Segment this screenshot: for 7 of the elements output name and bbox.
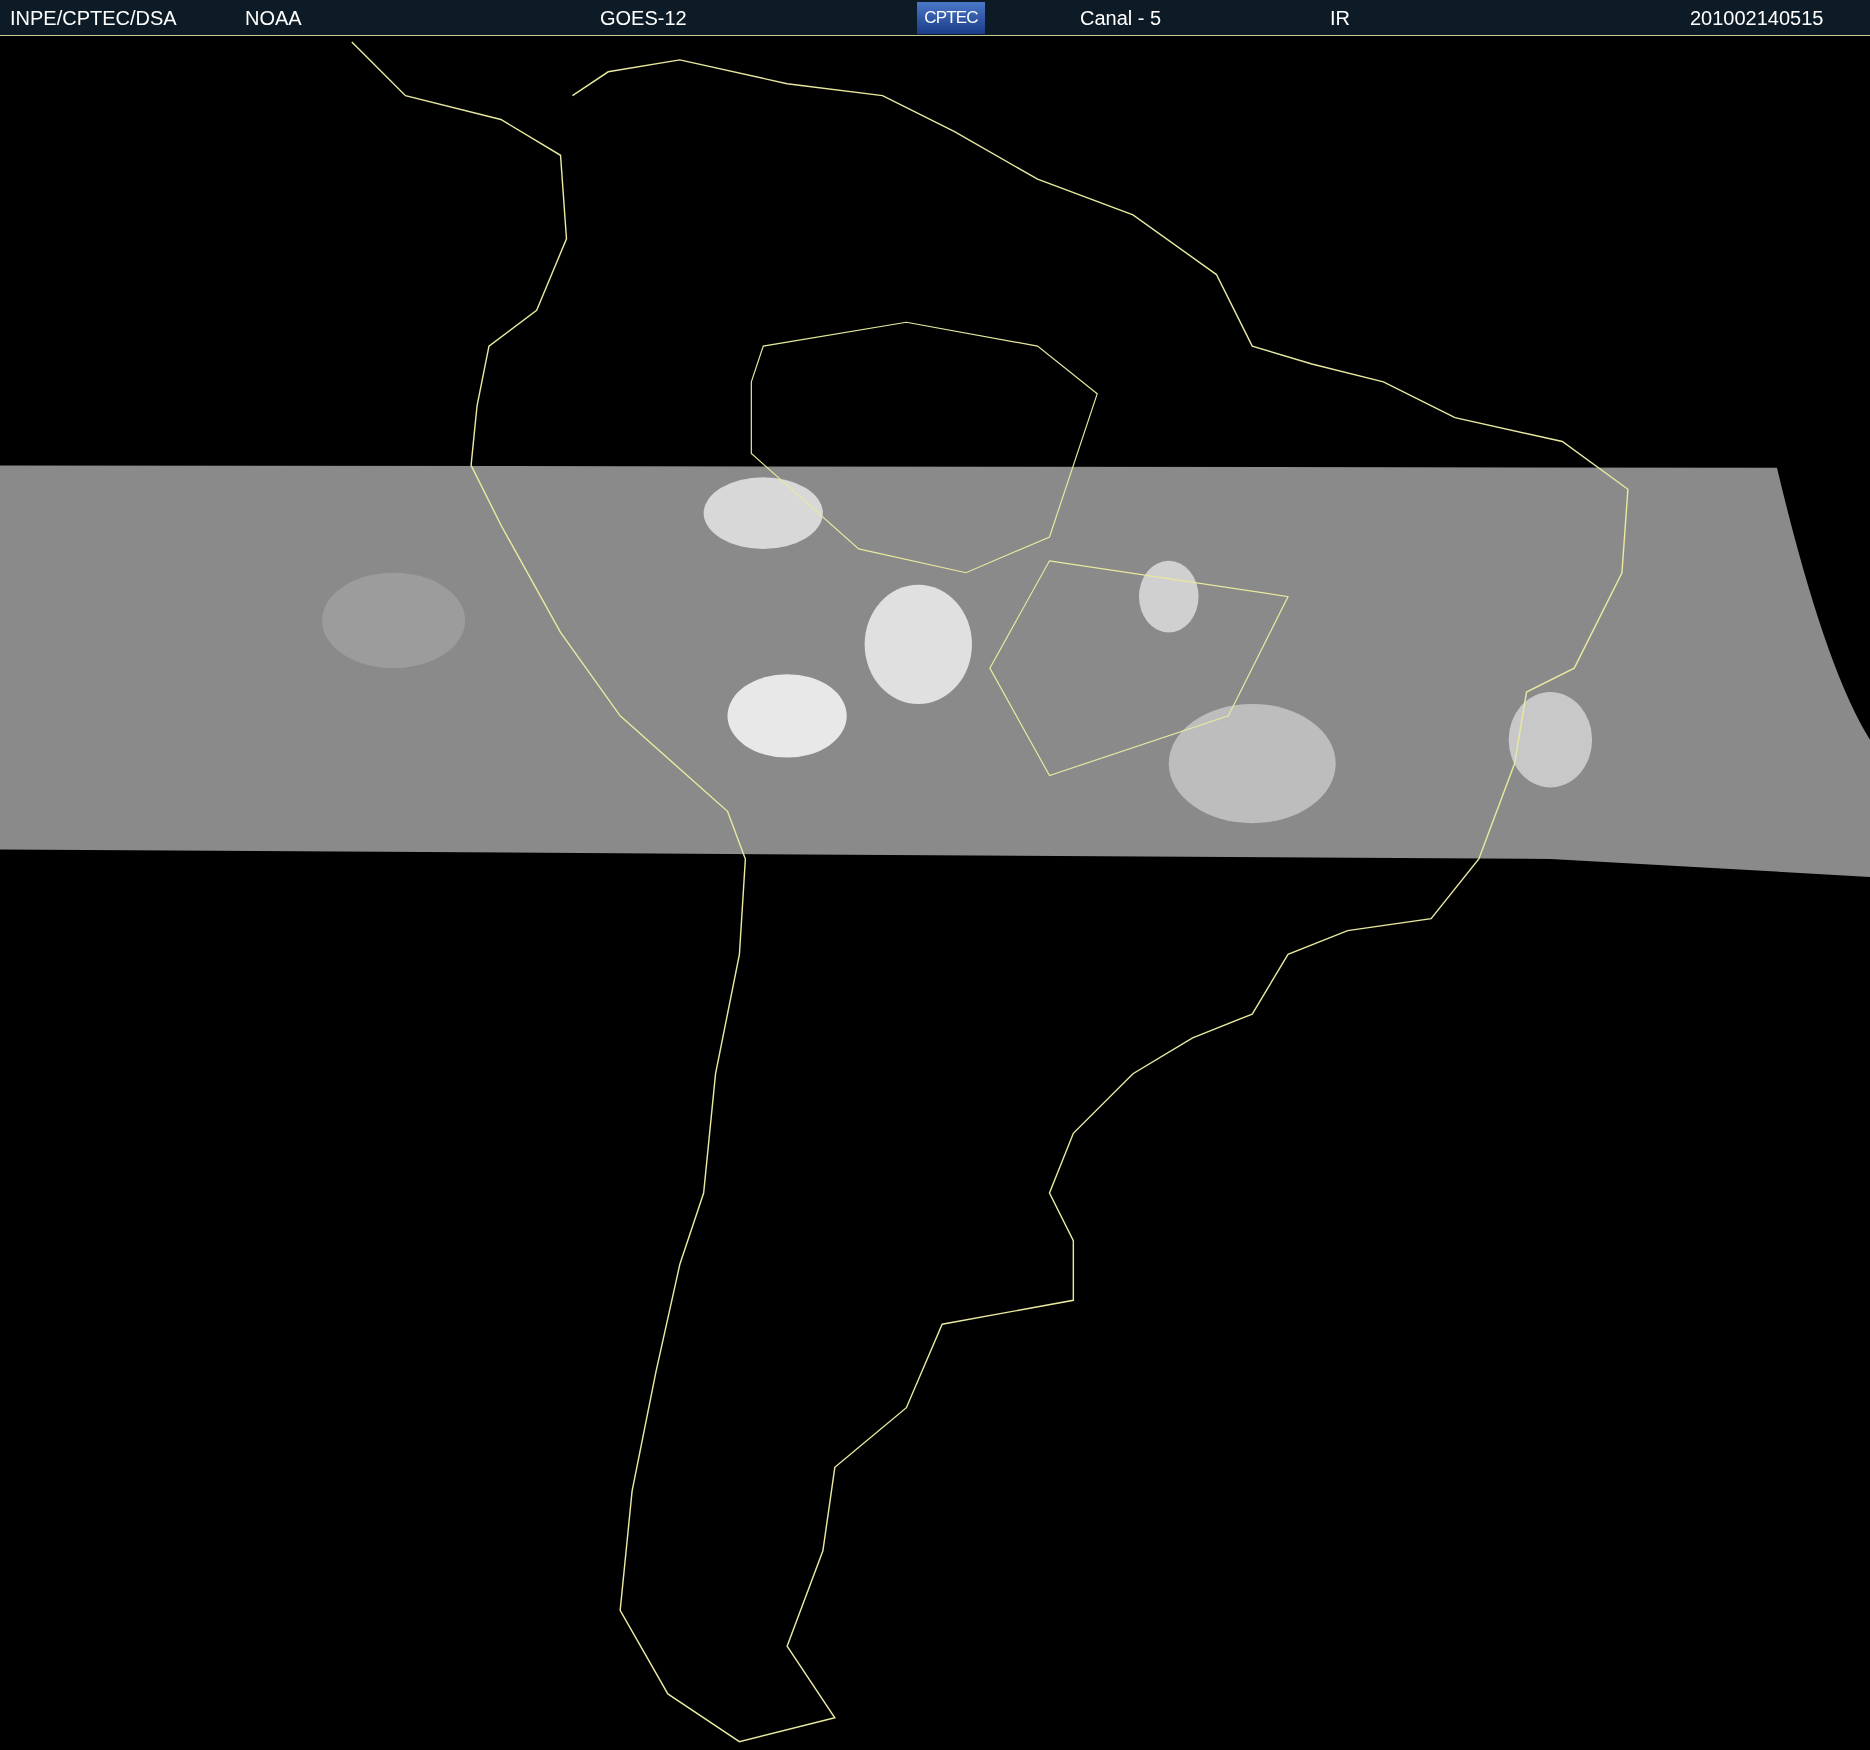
- header-label: GOES-12: [600, 7, 687, 28]
- header-label: Canal - 5: [1080, 7, 1162, 28]
- header-label: INPE/CPTEC/DSA: [10, 7, 177, 28]
- header-label: NOAA: [245, 7, 302, 28]
- header-label: 201002140515: [1690, 7, 1824, 28]
- header-label: IR: [1330, 7, 1350, 28]
- logo: CPTEC: [917, 1, 985, 34]
